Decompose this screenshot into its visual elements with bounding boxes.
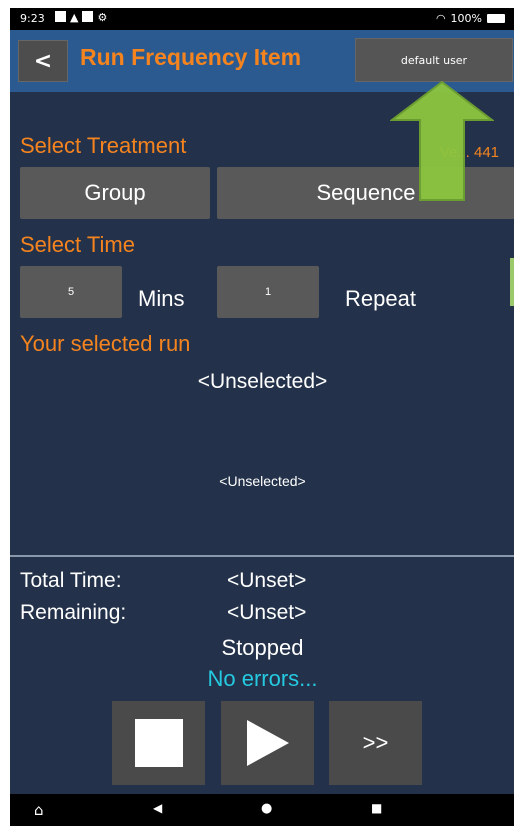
stop-button[interactable] [112,701,205,785]
home-icon[interactable]: ⌂ [34,801,44,819]
warning-icon: ▲ [70,11,79,24]
user-button[interactable]: default user [355,38,513,82]
remaining-value: <Unset> [227,601,307,624]
status-bar: 9:23 ▲ ⚙ ◠ 100% [10,8,514,30]
notification-icons: ▲ ⚙ [55,11,107,24]
remaining-label: Remaining: [20,601,127,624]
system-nav-bar: ⌂ ◀ ● ■ [10,794,514,826]
settings-notification-icon: ⚙ [97,11,108,24]
total-time-value: <Unset> [227,569,307,592]
recents-nav-icon[interactable]: ■ [371,801,382,815]
clock: 9:23 [20,12,45,25]
selected-run-primary: <Unselected> [197,370,328,393]
skip-label: >> [362,730,389,755]
repeat-input[interactable]: 1 [217,266,319,318]
status-right: ◠ 100% [436,12,505,25]
group-button[interactable]: Group [20,167,210,219]
page-title: Run Frequency Item [80,44,302,70]
select-treatment-label: Select Treatment [20,133,187,158]
back-button[interactable]: < [18,40,68,82]
select-time-label: Select Time [20,232,135,257]
image-notification-icon [55,11,66,22]
app-window: 9:23 ▲ ⚙ ◠ 100% < Run Frequency Item def… [10,8,514,826]
book-notification-icon [82,11,94,22]
annotation-arrow-icon [390,80,494,201]
minutes-input[interactable]: 5 [20,266,122,318]
back-nav-icon[interactable]: ◀ [153,801,162,815]
battery-percent: 100% [450,12,482,25]
play-button[interactable] [221,701,314,785]
error-status: No errors... [207,666,318,691]
home-nav-icon[interactable]: ● [261,801,272,816]
repeat-label: Repeat [345,286,416,311]
stop-icon [134,719,183,767]
selected-run-secondary: <Unselected> [219,473,306,489]
wifi-icon: ◠ [435,12,446,25]
mins-label: Mins [138,286,185,311]
run-state: Stopped [221,635,304,660]
play-icon [246,720,289,766]
total-time-label: Total Time: [20,569,122,592]
skip-button[interactable]: >> [329,701,422,785]
section-divider [10,555,514,557]
battery-icon [487,14,505,23]
right-edge-indicator [510,258,514,306]
selected-run-label: Your selected run [20,331,191,356]
